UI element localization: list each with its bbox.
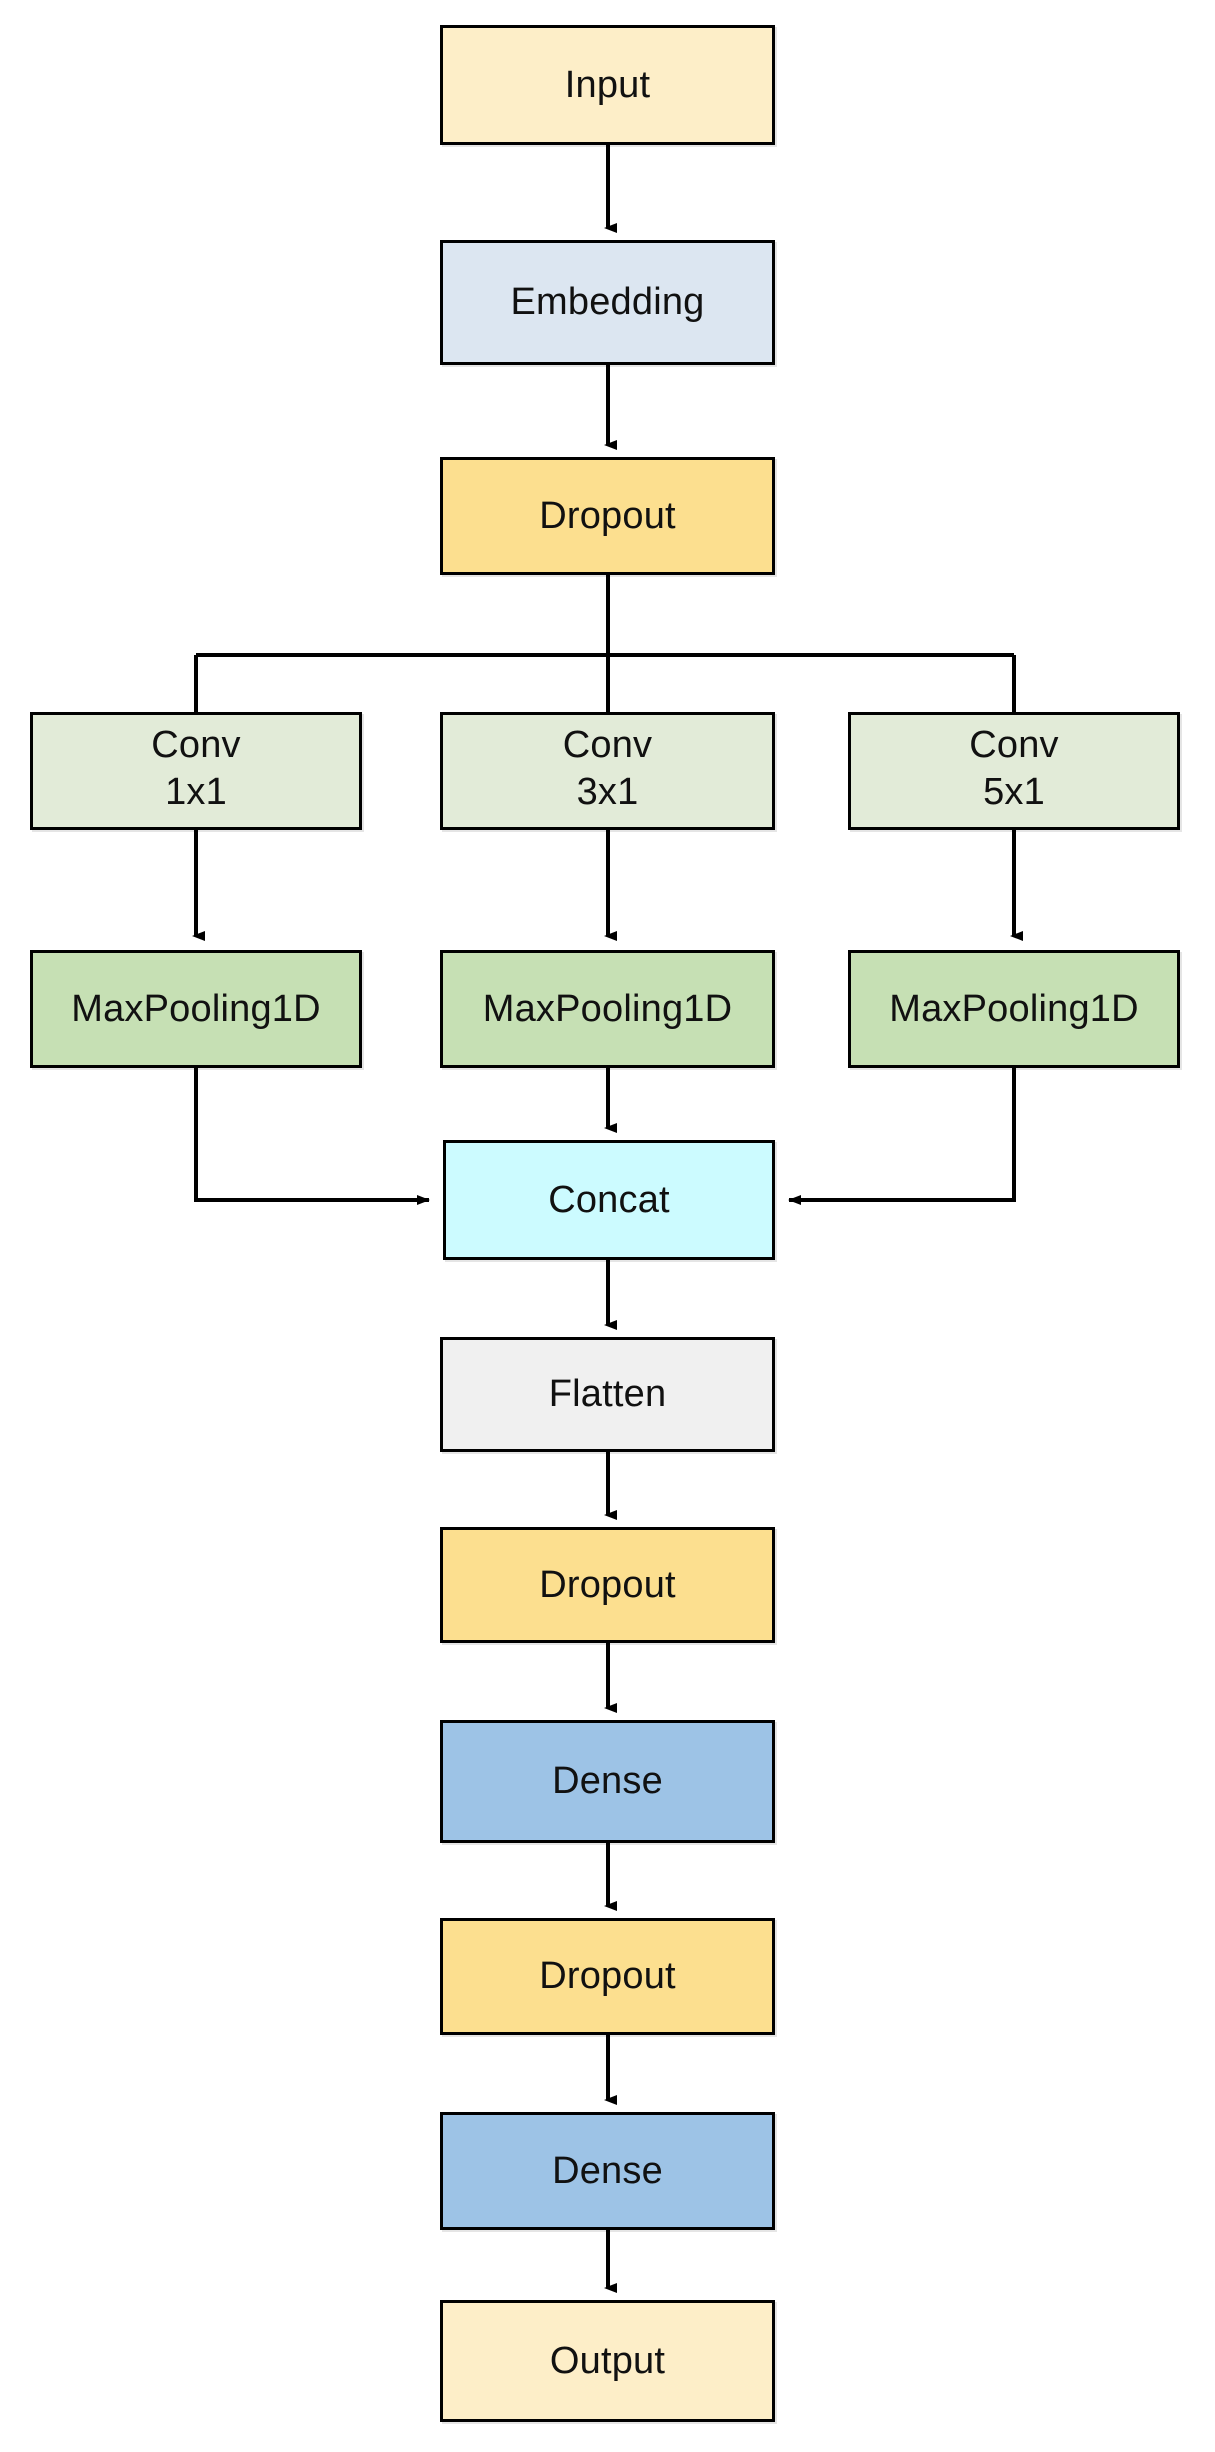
node-conv-3x1[interactable]: Conv 3x1 bbox=[440, 712, 775, 830]
node-conv-1x1-label: Conv bbox=[151, 724, 241, 767]
node-output-label: Output bbox=[549, 2339, 666, 2382]
node-input-label: Input bbox=[564, 63, 651, 106]
node-dense-1-label: Dense bbox=[552, 1760, 663, 1803]
node-dense-2-label: Dense bbox=[552, 2149, 663, 2192]
node-conv-5x1-kernel: 5x1 bbox=[983, 771, 1045, 814]
edge-pool1-concat bbox=[194, 1068, 430, 1205]
node-embedding-label: Embedding bbox=[510, 281, 705, 324]
node-conv-5x1[interactable]: Conv 5x1 bbox=[848, 712, 1180, 830]
node-conv-1x1[interactable]: Conv 1x1 bbox=[30, 712, 362, 830]
edge-pool5-concat bbox=[788, 1068, 1016, 1205]
node-input[interactable]: Input bbox=[440, 25, 775, 145]
architecture-diagram: Input Embedding Dropout Conv 1x1 Conv 3x… bbox=[0, 0, 1215, 2452]
node-maxpooling-center-label: MaxPooling1D bbox=[482, 987, 733, 1030]
node-dropout-2-label: Dropout bbox=[539, 1563, 676, 1606]
node-embedding[interactable]: Embedding bbox=[440, 240, 775, 365]
node-maxpooling-right-label: MaxPooling1D bbox=[889, 987, 1139, 1030]
node-maxpooling-right[interactable]: MaxPooling1D bbox=[848, 950, 1180, 1068]
node-maxpooling-left[interactable]: MaxPooling1D bbox=[30, 950, 362, 1068]
node-dense-2[interactable]: Dense bbox=[440, 2112, 775, 2230]
node-dropout-1[interactable]: Dropout bbox=[440, 457, 775, 575]
node-dropout-3[interactable]: Dropout bbox=[440, 1918, 775, 2035]
node-concat-label: Concat bbox=[548, 1178, 670, 1221]
node-dropout-2[interactable]: Dropout bbox=[440, 1527, 775, 1643]
node-conv-3x1-kernel: 3x1 bbox=[576, 771, 639, 814]
node-dropout-3-label: Dropout bbox=[539, 1955, 676, 1998]
node-flatten[interactable]: Flatten bbox=[440, 1337, 775, 1452]
node-dense-1[interactable]: Dense bbox=[440, 1720, 775, 1843]
node-conv-5x1-label: Conv bbox=[969, 724, 1059, 767]
node-maxpooling-center[interactable]: MaxPooling1D bbox=[440, 950, 775, 1068]
node-conv-1x1-kernel: 1x1 bbox=[165, 771, 227, 814]
node-output[interactable]: Output bbox=[440, 2300, 775, 2422]
node-concat[interactable]: Concat bbox=[443, 1140, 775, 1260]
node-maxpooling-left-label: MaxPooling1D bbox=[71, 987, 321, 1030]
node-flatten-label: Flatten bbox=[548, 1373, 667, 1416]
node-dropout-1-label: Dropout bbox=[539, 494, 676, 537]
node-conv-3x1-label: Conv bbox=[562, 724, 653, 767]
